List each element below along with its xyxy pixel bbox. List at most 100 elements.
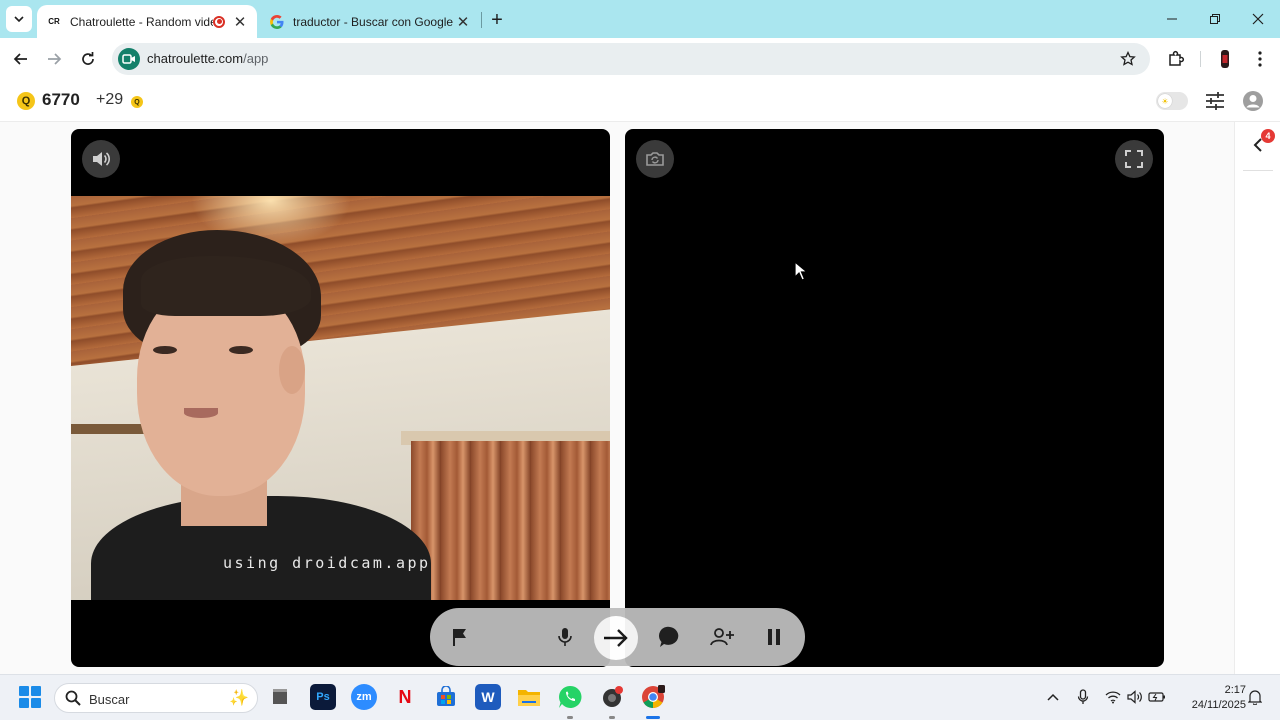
sun-icon: ☀ [1158, 94, 1172, 108]
running-indicator [609, 716, 615, 719]
chat-bubble-icon [659, 626, 679, 647]
chatroulette-favicon-icon: CR [48, 17, 60, 26]
chrome-icon [642, 685, 665, 708]
person-eye [229, 346, 253, 354]
url-path: /app [243, 51, 269, 66]
account-button[interactable] [1241, 89, 1265, 113]
close-tab-icon[interactable]: ✕ [231, 13, 249, 31]
back-button[interactable] [9, 47, 33, 71]
shelf [71, 424, 146, 434]
tray-battery[interactable] [1148, 688, 1166, 706]
person-eye [153, 346, 177, 354]
divider [1243, 170, 1273, 171]
chat-side-panel: 4 [1234, 122, 1280, 674]
profile-avatar-button[interactable] [1213, 47, 1237, 71]
coin-balance[interactable]: 6770 [42, 90, 80, 110]
new-tab-button[interactable]: + [486, 9, 508, 31]
taskbar-app-whatsapp[interactable] [557, 684, 583, 710]
windows-taskbar: Buscar ✨ Ps zm N W 2:17 24/11/2025 [0, 674, 1280, 720]
filters-button[interactable] [1203, 89, 1227, 113]
browser-tab-strip: CR Chatroulette - Random vide ✕ traducto… [0, 0, 1280, 38]
notifications-button[interactable] [1246, 688, 1264, 706]
tray-wifi[interactable] [1104, 688, 1122, 706]
taskbar-app-netflix[interactable]: N [392, 684, 418, 710]
taskbar-app-window[interactable] [267, 684, 293, 710]
address-bar[interactable]: chatroulette.com/app [112, 43, 1150, 75]
tray-microphone[interactable] [1074, 688, 1092, 706]
clock-time: 2:17 [1224, 684, 1246, 696]
speaker-icon [1127, 690, 1142, 704]
more-vertical-icon [1258, 51, 1262, 67]
taskbar-search[interactable]: Buscar ✨ [54, 683, 258, 713]
taskbar-app-word[interactable]: W [475, 684, 501, 710]
flag-icon [453, 629, 466, 646]
battery-icon [1148, 692, 1165, 702]
chevron-up-icon [1047, 693, 1059, 701]
minimize-icon [1167, 18, 1177, 20]
person-ear [279, 346, 305, 394]
puzzle-icon [1169, 50, 1185, 66]
taskbar-app-file-explorer[interactable] [516, 684, 542, 710]
arrow-right-icon [604, 629, 628, 647]
clock-date: 24/11/2025 [1191, 699, 1246, 711]
tab-google-search[interactable]: traductor - Buscar con Google ✕ [260, 5, 480, 38]
folder-icon [518, 690, 540, 706]
coin-icon-small: Q [131, 96, 143, 108]
extensions-button[interactable] [1164, 47, 1188, 71]
fullscreen-button[interactable] [1115, 140, 1153, 178]
whatsapp-icon [559, 685, 582, 708]
taskbar-app-photoshop[interactable]: Ps [310, 684, 336, 710]
camera-watermark: using droidcam.app [223, 554, 431, 572]
wifi-icon [1105, 691, 1121, 704]
restore-button[interactable] [1193, 0, 1237, 38]
show-hidden-icons-button[interactable] [1044, 688, 1062, 706]
local-video-panel: using droidcam.app [71, 129, 610, 667]
restore-icon [1210, 14, 1220, 24]
call-controls [430, 608, 805, 666]
forward-button[interactable] [42, 47, 66, 71]
tab-title: Chatroulette - Random vide [70, 14, 213, 29]
reload-icon [82, 52, 94, 65]
active-indicator [646, 716, 660, 719]
tab-chatroulette[interactable]: CR Chatroulette - Random vide ✕ [37, 5, 257, 38]
arrow-left-icon [13, 53, 27, 65]
fullscreen-icon [1125, 150, 1143, 168]
microphone-button[interactable] [551, 623, 579, 651]
start-button[interactable] [19, 686, 41, 708]
taskbar-app-circle[interactable] [599, 684, 625, 710]
remote-video-panel [625, 129, 1164, 667]
switch-camera-button[interactable] [636, 140, 674, 178]
sliders-icon [1206, 92, 1224, 110]
microphone-icon [1077, 689, 1089, 704]
theme-toggle[interactable]: ☀ [1156, 92, 1188, 110]
next-partner-button[interactable] [594, 616, 638, 660]
curtain [411, 441, 610, 600]
minimize-button[interactable] [1150, 0, 1194, 38]
system-clock[interactable]: 2:17 24/11/2025 [1176, 683, 1246, 713]
tab-search-button[interactable] [6, 6, 32, 32]
notification-badge: 4 [1261, 129, 1275, 143]
url-text[interactable]: chatroulette.com/app [147, 51, 268, 66]
browser-menu-button[interactable] [1248, 47, 1272, 71]
tray-volume[interactable] [1126, 688, 1144, 706]
chat-button[interactable] [656, 623, 684, 651]
report-button[interactable] [446, 623, 474, 651]
close-icon [1252, 13, 1264, 25]
pause-button[interactable] [760, 623, 788, 651]
volume-button[interactable] [82, 140, 120, 178]
search-placeholder: Buscar [89, 692, 130, 707]
toolbar-divider [1200, 51, 1201, 67]
reload-button[interactable] [76, 47, 100, 71]
taskbar-app-store[interactable] [433, 684, 459, 710]
add-friend-button[interactable] [708, 623, 736, 651]
bookmark-button[interactable] [1118, 49, 1138, 69]
pause-icon [768, 629, 780, 645]
taskbar-app-zoom[interactable]: zm [351, 684, 377, 710]
close-tab-icon[interactable]: ✕ [454, 13, 472, 31]
close-window-button[interactable] [1236, 0, 1280, 38]
taskbar-app-chrome[interactable] [640, 684, 666, 710]
profile-avatar-icon [1221, 50, 1229, 68]
site-info-icon[interactable] [118, 48, 140, 70]
star-icon [1120, 51, 1136, 66]
tab-divider [481, 12, 482, 28]
